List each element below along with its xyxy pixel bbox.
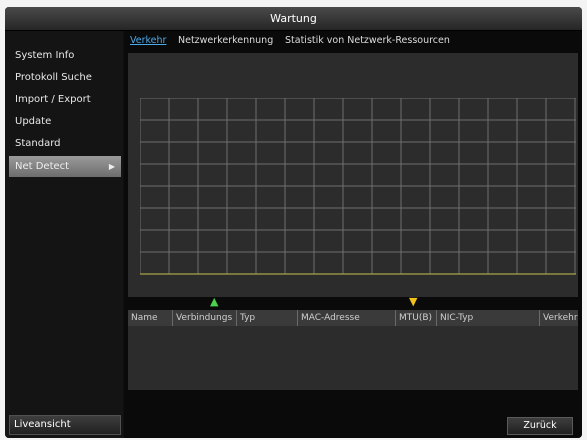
column-header-verkehr[interactable]: Verkehr (540, 310, 578, 326)
traffic-chart-panel: ▲ ▼ (128, 53, 578, 308)
column-header-typ[interactable]: Typ (237, 310, 298, 326)
column-header-verbindung[interactable]: Verbindungs (173, 310, 237, 326)
arrow-down-icon: ▼ (409, 295, 418, 308)
main-panel: Verkehr Netzwerkerkennung Statistik von … (124, 31, 582, 438)
tab-statistik[interactable]: Statistik von Netzwerk-Ressourcen (285, 35, 450, 46)
chevron-right-icon: ▶ (108, 162, 115, 171)
sidebar-item-protokoll-suche[interactable]: Protokoll Suche (9, 67, 121, 88)
traffic-chart-grid (140, 98, 576, 275)
arrow-up-icon: ▲ (210, 295, 219, 308)
live-view-button[interactable]: Liveansicht (9, 415, 121, 435)
sidebar: System Info Protokoll Suche Import / Exp… (5, 31, 123, 438)
tab-bar: Verkehr Netzwerkerkennung Statistik von … (124, 31, 582, 51)
tab-netzwerkerkennung[interactable]: Netzwerkerkennung (178, 35, 273, 46)
sidebar-item-update[interactable]: Update (9, 111, 121, 132)
sidebar-item-system-info[interactable]: System Info (9, 45, 121, 66)
maintenance-window: Wartung System Info Protokoll Suche Impo… (5, 7, 582, 438)
window-title: Wartung (5, 7, 582, 31)
column-header-nic-typ[interactable]: NIC-Typ (437, 310, 540, 326)
sidebar-item-label: Net Detect (15, 161, 70, 172)
column-header-name[interactable]: Name (128, 310, 173, 326)
table-header: Name Verbindungs Typ MAC-Adresse MTU(B) … (128, 310, 578, 326)
column-header-mtu[interactable]: MTU(B) (396, 310, 437, 326)
network-table: Name Verbindungs Typ MAC-Adresse MTU(B) … (128, 310, 578, 390)
sidebar-item-import-export[interactable]: Import / Export (9, 89, 121, 110)
tab-verkehr[interactable]: Verkehr (130, 35, 166, 46)
sidebar-item-standard[interactable]: Standard (9, 133, 121, 154)
column-header-mac[interactable]: MAC-Adresse (298, 310, 396, 326)
sidebar-item-net-detect[interactable]: Net Detect ▶ (9, 156, 121, 177)
back-button[interactable]: Zurück (507, 417, 573, 435)
